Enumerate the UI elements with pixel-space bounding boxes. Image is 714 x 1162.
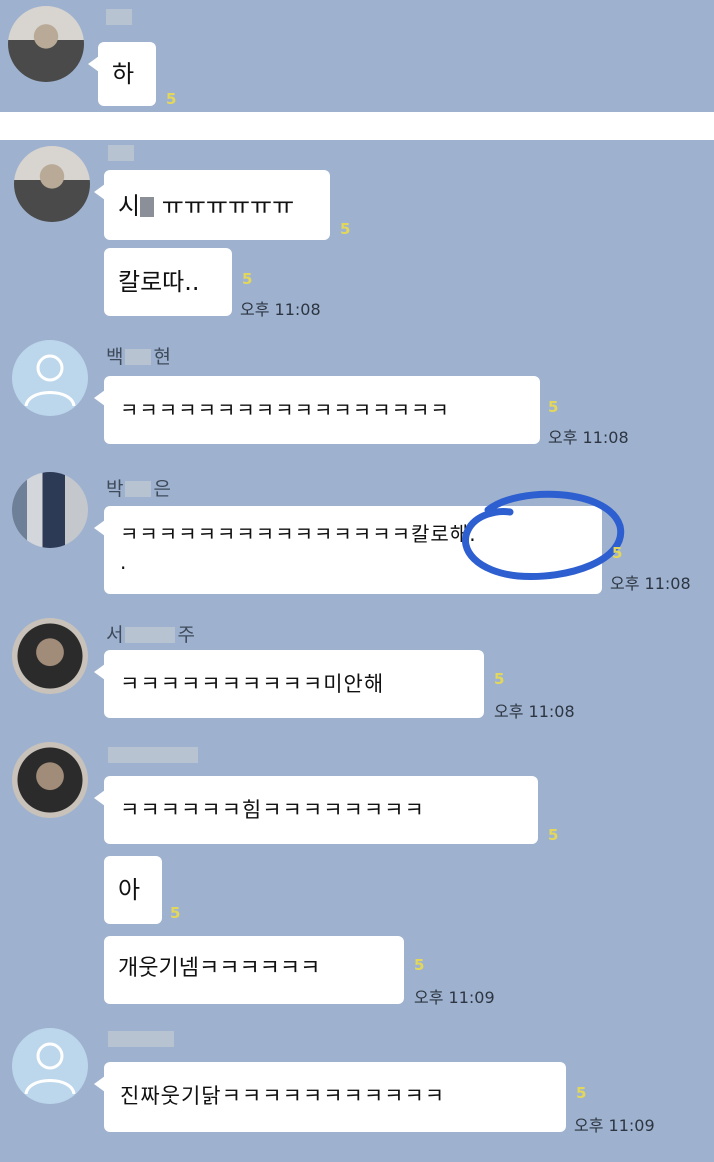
sender-name-masked xyxy=(104,6,134,28)
unread-count: 5 xyxy=(548,826,559,844)
unread-count: 5 xyxy=(166,90,177,108)
unread-count: 5 xyxy=(414,956,425,974)
message-bubble[interactable]: 진짜웃기닭ㅋㅋㅋㅋㅋㅋㅋㅋㅋㅋㅋ xyxy=(94,1062,566,1132)
message-bubble[interactable]: 개웃기넴ㅋㅋㅋㅋㅋㅋ xyxy=(104,936,404,1004)
sender-name-masked xyxy=(106,142,136,164)
sender-name: 백현 xyxy=(106,346,171,368)
censored-mark xyxy=(140,197,155,217)
message-bubble[interactable]: 아 xyxy=(104,856,162,924)
sender-name: 박은 xyxy=(106,478,171,500)
message-text: 시 xyxy=(118,192,141,220)
chat-screenshot-top: 하 5 xyxy=(0,0,714,112)
message-text: 아 xyxy=(118,876,141,904)
message-time: 오후 11:09 xyxy=(414,988,495,1007)
message-bubble[interactable]: 칼로따.. xyxy=(104,248,232,316)
sender-avatar[interactable] xyxy=(12,742,88,818)
sender-name-masked xyxy=(106,1028,176,1050)
sender-avatar[interactable] xyxy=(8,6,84,82)
message-bubble[interactable]: ㅋㅋㅋㅋㅋㅋㅋㅋㅋㅋ미안해 xyxy=(94,650,484,718)
message-text: ㅋㅋㅋㅋㅋㅋㅋㅋㅋㅋ미안해 xyxy=(120,672,385,696)
message-time: 오후 11:08 xyxy=(610,574,691,593)
message-text: 하 xyxy=(112,60,135,88)
message-text: ㅋㅋㅋㅋㅋㅋ힘ㅋㅋㅋㅋㅋㅋㅋㅋ xyxy=(120,798,425,822)
message-bubble[interactable]: 시 ㅠㅠㅠㅠㅠㅠ xyxy=(94,170,330,240)
sender-name: 서주 xyxy=(106,624,195,646)
unread-count: 5 xyxy=(170,904,181,922)
message-bubble[interactable]: 하 xyxy=(88,42,156,106)
unread-count: 5 xyxy=(576,1084,587,1102)
message-time: 오후 11:08 xyxy=(548,428,629,447)
unread-count: 5 xyxy=(612,544,623,562)
default-avatar-icon[interactable] xyxy=(12,1028,88,1104)
unread-count: 5 xyxy=(494,670,505,688)
message-bubble[interactable]: ㅋㅋㅋㅋㅋㅋㅋㅋㅋㅋㅋㅋㅋㅋㅋㅋㅋ xyxy=(94,376,540,444)
unread-count: 5 xyxy=(340,220,351,238)
message-time: 오후 11:09 xyxy=(574,1116,655,1135)
message-text: ㅋㅋㅋㅋㅋㅋㅋㅋㅋㅋㅋㅋㅋㅋㅋ칼로해. xyxy=(120,522,477,546)
sender-avatar[interactable] xyxy=(12,472,88,548)
chat-screenshot-main: 시 ㅠㅠㅠㅠㅠㅠ 5 칼로따.. 5 오후 11:08 백현 ㅋㅋㅋㅋㅋㅋㅋㅋㅋ… xyxy=(0,140,714,1162)
message-text: . xyxy=(120,550,128,574)
message-time: 오후 11:08 xyxy=(494,702,575,721)
sender-avatar[interactable] xyxy=(12,618,88,694)
sender-avatar[interactable] xyxy=(14,146,90,222)
message-text: ㅠㅠㅠㅠㅠㅠ xyxy=(161,192,295,220)
unread-count: 5 xyxy=(548,398,559,416)
message-text: 개웃기넴ㅋㅋㅋㅋㅋㅋ xyxy=(118,956,321,981)
message-text: 진짜웃기닭ㅋㅋㅋㅋㅋㅋㅋㅋㅋㅋㅋ xyxy=(120,1084,446,1108)
sender-name-masked xyxy=(106,744,200,766)
message-text: ㅋㅋㅋㅋㅋㅋㅋㅋㅋㅋㅋㅋㅋㅋㅋㅋㅋ xyxy=(120,398,450,422)
unread-count: 5 xyxy=(242,270,253,288)
message-text: 칼로따.. xyxy=(118,268,200,296)
message-time: 오후 11:08 xyxy=(240,300,321,319)
message-bubble[interactable]: ㅋㅋㅋㅋㅋㅋ힘ㅋㅋㅋㅋㅋㅋㅋㅋ xyxy=(94,776,538,844)
message-bubble[interactable]: ㅋㅋㅋㅋㅋㅋㅋㅋㅋㅋㅋㅋㅋㅋㅋ칼로해. . xyxy=(94,506,602,594)
default-avatar-icon[interactable] xyxy=(12,340,88,416)
